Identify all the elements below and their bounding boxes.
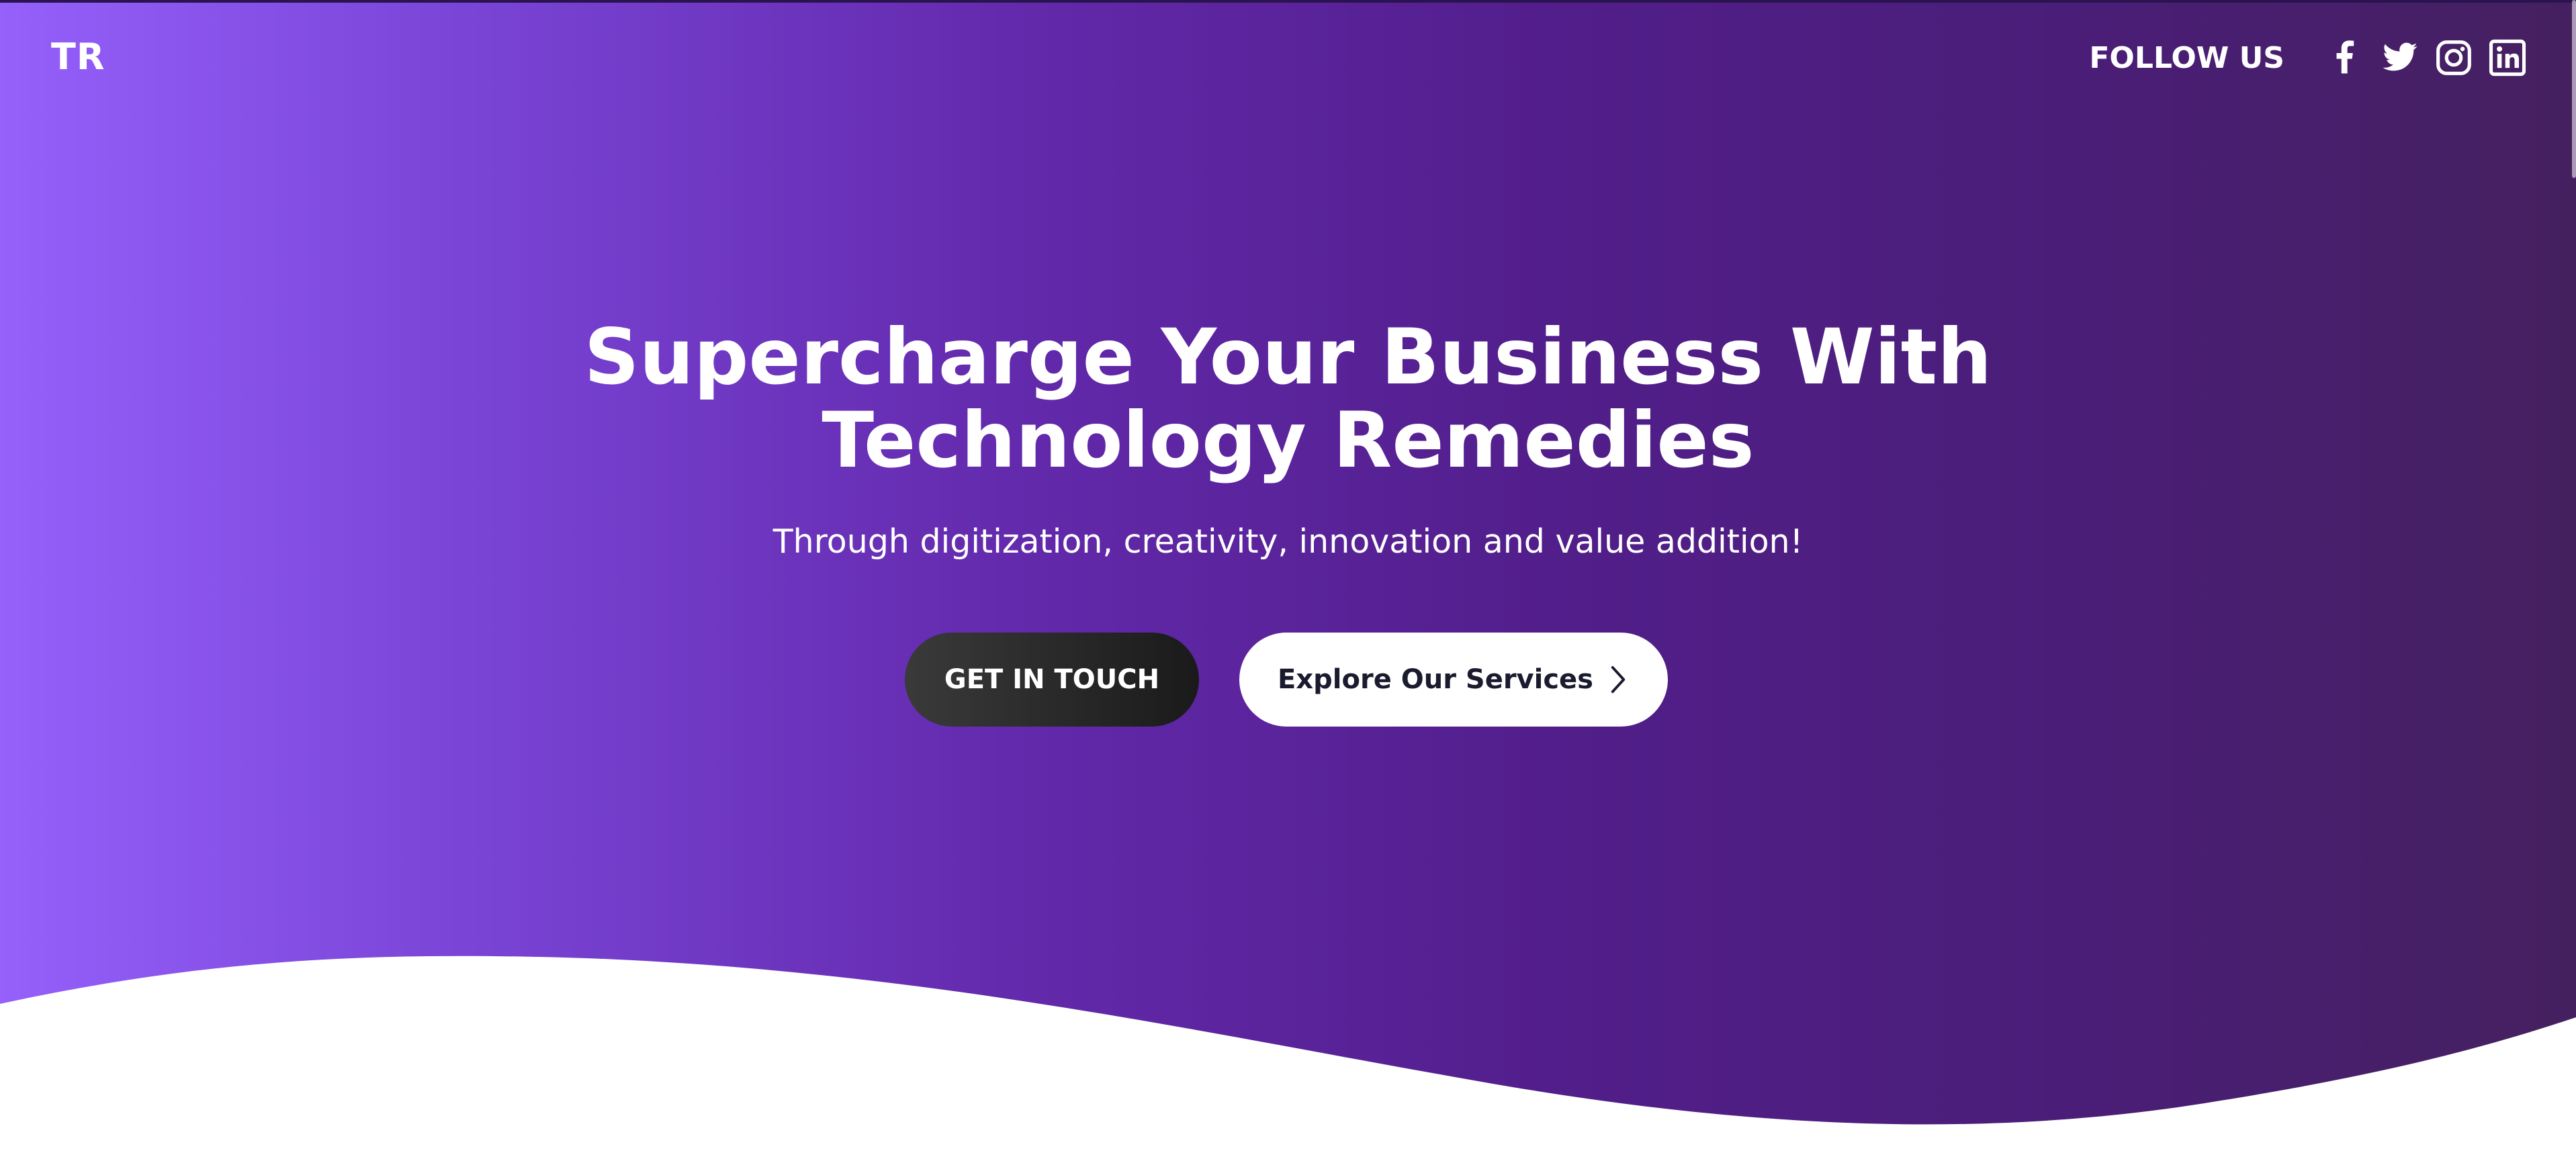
hero-headline-line-1: Supercharge Your Business With (584, 312, 1992, 402)
landing-page: TR FOLLOW US Supercharge Your Business W… (0, 0, 2576, 1159)
instagram-link[interactable] (2434, 38, 2474, 78)
twitter-link[interactable] (2380, 38, 2420, 78)
get-in-touch-label: GET IN TOUCH (944, 664, 1160, 695)
twitter-icon (2383, 42, 2417, 71)
follow-us-label: FOLLOW US (2089, 40, 2284, 75)
hero-section: TR FOLLOW US Supercharge Your Business W… (0, 0, 2576, 1159)
explore-services-button[interactable]: Explore Our Services (1239, 633, 1668, 727)
hero-subtitle: Through digitization, creativity, innova… (772, 522, 1804, 561)
hero-headline: Supercharge Your Business With Technolog… (0, 316, 2576, 482)
scrollbar-thumb[interactable] (2572, 0, 2576, 178)
explore-services-label: Explore Our Services (1278, 664, 1593, 695)
facebook-icon (2336, 40, 2354, 74)
hero-headline-line-2: Technology Remedies (821, 396, 1755, 485)
bottom-wave (0, 956, 2576, 1159)
follow-us-group: FOLLOW US (2089, 34, 2528, 82)
linkedin-link[interactable] (2487, 38, 2528, 78)
instagram-icon (2436, 40, 2471, 75)
brand-logo[interactable]: TR (51, 39, 105, 75)
get-in-touch-button[interactable]: GET IN TOUCH (905, 633, 1199, 727)
chevron-right-icon (1611, 665, 1626, 694)
linkedin-icon (2489, 39, 2526, 77)
facebook-link[interactable] (2326, 38, 2366, 78)
